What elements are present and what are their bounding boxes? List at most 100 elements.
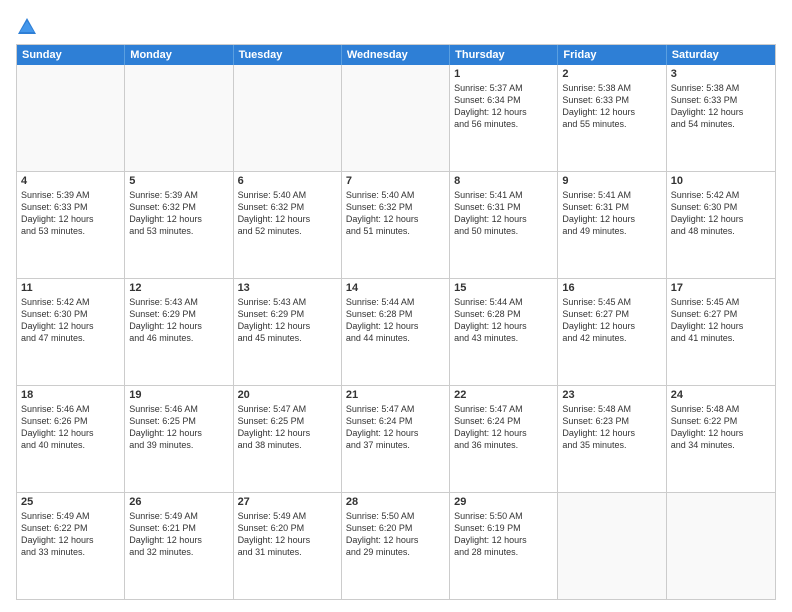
cell-info-line: Daylight: 12 hours xyxy=(21,534,120,546)
cell-info-line: Daylight: 12 hours xyxy=(21,320,120,332)
day-number: 11 xyxy=(21,282,120,294)
day-number: 6 xyxy=(238,175,337,187)
cell-info-line: Daylight: 12 hours xyxy=(454,213,553,225)
logo xyxy=(16,16,42,38)
cell-info-line: and 38 minutes. xyxy=(238,439,337,451)
header-cell-friday: Friday xyxy=(558,45,666,65)
cell-info-line: Sunset: 6:25 PM xyxy=(238,415,337,427)
cell-info-line: Sunset: 6:26 PM xyxy=(21,415,120,427)
cell-info-line: Daylight: 12 hours xyxy=(562,213,661,225)
cell-info-line: Sunset: 6:20 PM xyxy=(238,522,337,534)
cell-info-line: Sunrise: 5:42 AM xyxy=(671,189,771,201)
cell-info-line: Sunset: 6:29 PM xyxy=(238,308,337,320)
day-number: 22 xyxy=(454,389,553,401)
cell-info-line: and 56 minutes. xyxy=(454,118,553,130)
cell-info-line: and 53 minutes. xyxy=(129,225,228,237)
cell-info-line: Sunrise: 5:47 AM xyxy=(238,403,337,415)
cell-info-line: and 32 minutes. xyxy=(129,546,228,558)
cell-info-line: Sunset: 6:29 PM xyxy=(129,308,228,320)
day-number: 7 xyxy=(346,175,445,187)
day-number: 14 xyxy=(346,282,445,294)
day-number: 8 xyxy=(454,175,553,187)
cell-info-line: and 33 minutes. xyxy=(21,546,120,558)
calendar-cell: 19Sunrise: 5:46 AMSunset: 6:25 PMDayligh… xyxy=(125,386,233,492)
day-number: 2 xyxy=(562,68,661,80)
cell-info-line: Daylight: 12 hours xyxy=(562,106,661,118)
cell-info-line: Sunrise: 5:48 AM xyxy=(562,403,661,415)
cell-info-line: Sunset: 6:31 PM xyxy=(562,201,661,213)
logo-icon xyxy=(16,16,38,38)
calendar-cell: 11Sunrise: 5:42 AMSunset: 6:30 PMDayligh… xyxy=(17,279,125,385)
cell-info-line: and 46 minutes. xyxy=(129,332,228,344)
cell-info-line: Sunrise: 5:47 AM xyxy=(346,403,445,415)
header-cell-thursday: Thursday xyxy=(450,45,558,65)
cell-info-line: Sunrise: 5:48 AM xyxy=(671,403,771,415)
cell-info-line: Daylight: 12 hours xyxy=(129,427,228,439)
cell-info-line: Daylight: 12 hours xyxy=(671,320,771,332)
day-number: 27 xyxy=(238,496,337,508)
calendar-body: 1Sunrise: 5:37 AMSunset: 6:34 PMDaylight… xyxy=(17,65,775,599)
cell-info-line: Sunrise: 5:40 AM xyxy=(346,189,445,201)
cell-info-line: Sunset: 6:24 PM xyxy=(454,415,553,427)
cell-info-line: Sunset: 6:33 PM xyxy=(562,94,661,106)
cell-info-line: Daylight: 12 hours xyxy=(238,320,337,332)
day-number: 1 xyxy=(454,68,553,80)
cell-info-line: Sunrise: 5:39 AM xyxy=(21,189,120,201)
cell-info-line: Daylight: 12 hours xyxy=(671,427,771,439)
cell-info-line: Daylight: 12 hours xyxy=(562,320,661,332)
cell-info-line: and 47 minutes. xyxy=(21,332,120,344)
cell-info-line: Daylight: 12 hours xyxy=(671,106,771,118)
cell-info-line: Daylight: 12 hours xyxy=(454,320,553,332)
cell-info-line: Daylight: 12 hours xyxy=(238,213,337,225)
cell-info-line: Sunrise: 5:39 AM xyxy=(129,189,228,201)
cell-info-line: Daylight: 12 hours xyxy=(129,320,228,332)
cell-info-line: Sunrise: 5:50 AM xyxy=(454,510,553,522)
calendar-cell: 4Sunrise: 5:39 AMSunset: 6:33 PMDaylight… xyxy=(17,172,125,278)
calendar-cell xyxy=(342,65,450,171)
cell-info-line: and 41 minutes. xyxy=(671,332,771,344)
cell-info-line: and 52 minutes. xyxy=(238,225,337,237)
cell-info-line: and 29 minutes. xyxy=(346,546,445,558)
day-number: 9 xyxy=(562,175,661,187)
day-number: 5 xyxy=(129,175,228,187)
cell-info-line: Sunset: 6:33 PM xyxy=(21,201,120,213)
cell-info-line: Sunrise: 5:38 AM xyxy=(562,82,661,94)
cell-info-line: Daylight: 12 hours xyxy=(238,534,337,546)
day-number: 28 xyxy=(346,496,445,508)
cell-info-line: Daylight: 12 hours xyxy=(454,106,553,118)
cell-info-line: and 28 minutes. xyxy=(454,546,553,558)
cell-info-line: Daylight: 12 hours xyxy=(454,534,553,546)
calendar-row-2: 4Sunrise: 5:39 AMSunset: 6:33 PMDaylight… xyxy=(17,171,775,278)
calendar-cell: 10Sunrise: 5:42 AMSunset: 6:30 PMDayligh… xyxy=(667,172,775,278)
cell-info-line: and 37 minutes. xyxy=(346,439,445,451)
cell-info-line: and 43 minutes. xyxy=(454,332,553,344)
day-number: 29 xyxy=(454,496,553,508)
cell-info-line: Daylight: 12 hours xyxy=(346,320,445,332)
cell-info-line: Sunrise: 5:40 AM xyxy=(238,189,337,201)
day-number: 23 xyxy=(562,389,661,401)
cell-info-line: Sunset: 6:25 PM xyxy=(129,415,228,427)
cell-info-line: Sunset: 6:20 PM xyxy=(346,522,445,534)
calendar-cell xyxy=(17,65,125,171)
header xyxy=(16,12,776,38)
cell-info-line: Daylight: 12 hours xyxy=(562,427,661,439)
cell-info-line: Sunset: 6:28 PM xyxy=(454,308,553,320)
calendar-cell: 21Sunrise: 5:47 AMSunset: 6:24 PMDayligh… xyxy=(342,386,450,492)
calendar-cell: 8Sunrise: 5:41 AMSunset: 6:31 PMDaylight… xyxy=(450,172,558,278)
header-cell-monday: Monday xyxy=(125,45,233,65)
cell-info-line: and 35 minutes. xyxy=(562,439,661,451)
calendar-cell: 5Sunrise: 5:39 AMSunset: 6:32 PMDaylight… xyxy=(125,172,233,278)
cell-info-line: Sunrise: 5:42 AM xyxy=(21,296,120,308)
cell-info-line: and 42 minutes. xyxy=(562,332,661,344)
calendar-row-5: 25Sunrise: 5:49 AMSunset: 6:22 PMDayligh… xyxy=(17,492,775,599)
cell-info-line: Daylight: 12 hours xyxy=(21,213,120,225)
cell-info-line: Daylight: 12 hours xyxy=(346,427,445,439)
header-cell-wednesday: Wednesday xyxy=(342,45,450,65)
cell-info-line: Sunset: 6:21 PM xyxy=(129,522,228,534)
cell-info-line: and 50 minutes. xyxy=(454,225,553,237)
cell-info-line: Sunrise: 5:44 AM xyxy=(346,296,445,308)
cell-info-line: and 36 minutes. xyxy=(454,439,553,451)
calendar-cell: 29Sunrise: 5:50 AMSunset: 6:19 PMDayligh… xyxy=(450,493,558,599)
cell-info-line: and 51 minutes. xyxy=(346,225,445,237)
day-number: 19 xyxy=(129,389,228,401)
